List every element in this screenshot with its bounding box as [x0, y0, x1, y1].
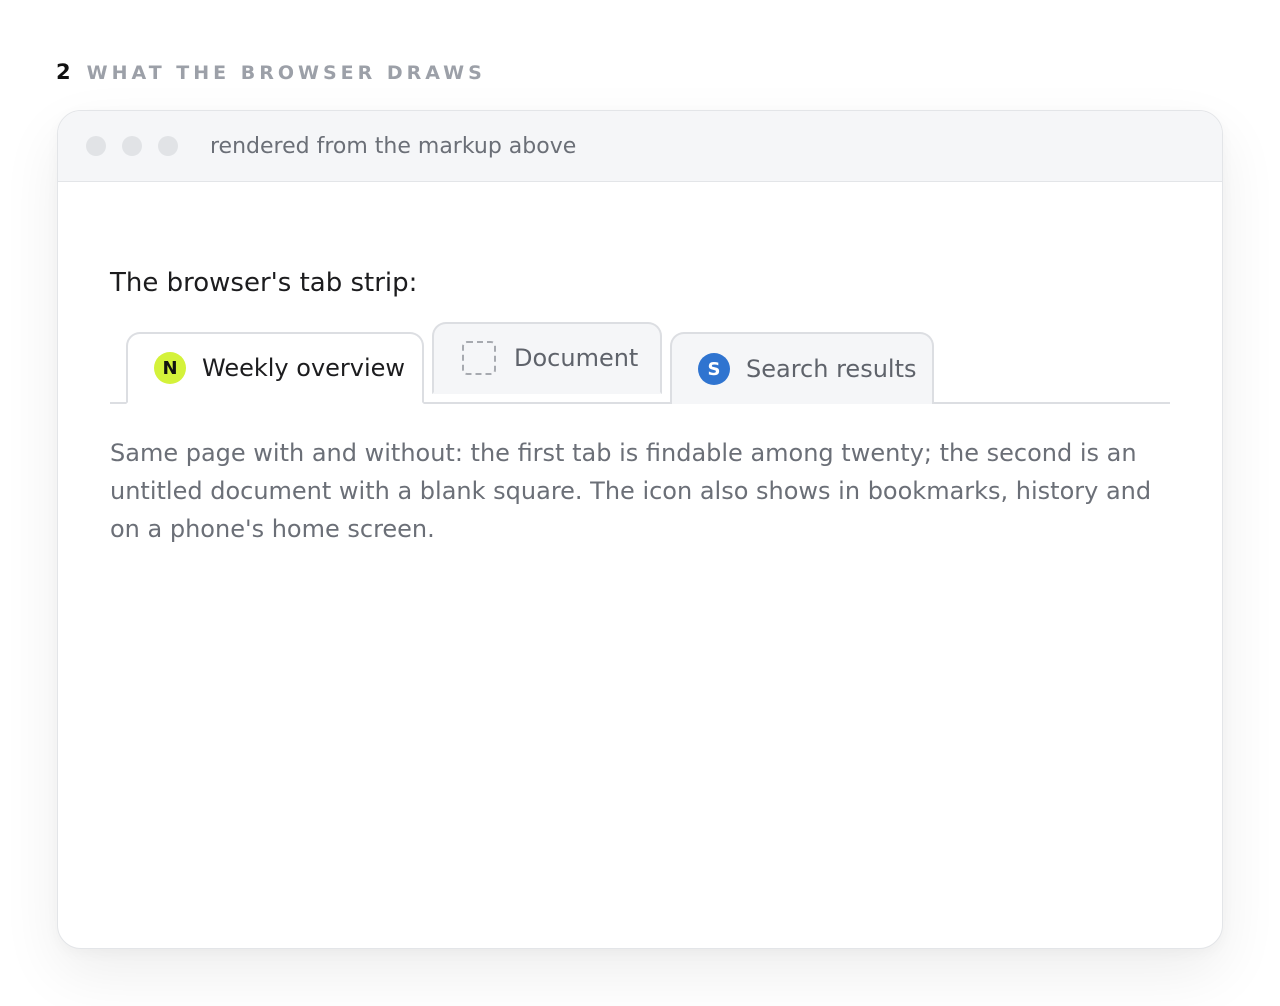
section-heading: 2 WHAT THE BROWSER DRAWS — [56, 60, 486, 84]
tab-label: Search results — [746, 355, 917, 383]
window-control-dot-close — [86, 136, 106, 156]
tab-search-results[interactable]: S Search results — [670, 332, 934, 404]
tab-strip-lead: The browser's tab strip: — [110, 268, 418, 298]
window-control-dot-maximize — [158, 136, 178, 156]
favicon-n-icon: N — [154, 352, 186, 384]
tab-strip-description: Same page with and without: the first ta… — [110, 439, 1152, 543]
tab-label: Document — [514, 344, 639, 372]
tab-label: Weekly overview — [202, 354, 406, 382]
favicon-s-icon: S — [698, 353, 730, 385]
window-content: The browser's tab strip: N Weekly overvi… — [58, 182, 1222, 548]
tab-weekly-overview[interactable]: N Weekly overview — [126, 332, 424, 404]
window-caption: rendered from the markup above — [210, 133, 577, 159]
browser-window-mock: rendered from the markup above The brows… — [57, 110, 1223, 949]
tab-strip: N Weekly overview Document S Search resu… — [110, 322, 1170, 404]
section-title: WHAT THE BROWSER DRAWS — [86, 62, 486, 84]
tab-document[interactable]: Document — [432, 322, 662, 394]
blank-square-icon — [462, 341, 496, 375]
window-titlebar: rendered from the markup above — [58, 111, 1222, 182]
section-number: 2 — [56, 60, 71, 84]
window-control-dot-minimize — [122, 136, 142, 156]
